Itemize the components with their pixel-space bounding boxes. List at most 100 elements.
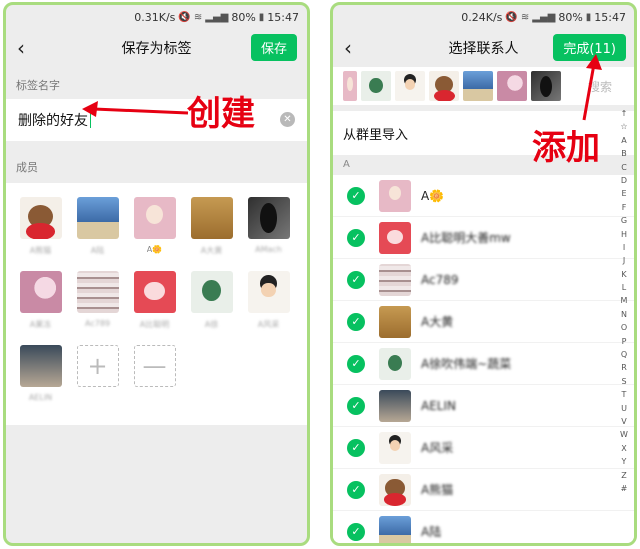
member-item[interactable]: AMach: [240, 197, 297, 269]
check-circle-icon[interactable]: ✓: [347, 312, 365, 331]
member-item[interactable]: A风采: [240, 271, 297, 343]
check-circle-icon[interactable]: ✓: [347, 354, 365, 373]
chevron-left-icon[interactable]: ‹: [333, 29, 363, 67]
index-letter[interactable]: N: [621, 308, 627, 321]
index-letter[interactable]: F: [622, 201, 627, 214]
index-letter[interactable]: U: [621, 402, 627, 415]
avatar: [379, 347, 411, 380]
index-letter[interactable]: Q: [621, 348, 627, 361]
member-name: A陆: [90, 246, 105, 255]
contact-row[interactable]: ✓ AELIN: [333, 385, 634, 427]
index-letter[interactable]: Y: [622, 455, 627, 468]
remove-member-button[interactable]: —: [126, 345, 183, 417]
index-letter[interactable]: H: [621, 228, 627, 241]
index-letter[interactable]: V: [621, 415, 626, 428]
index-letter[interactable]: O: [621, 321, 627, 334]
index-letter[interactable]: G: [621, 214, 627, 227]
selected-avatar[interactable]: [497, 71, 527, 101]
member-name: A徐: [204, 320, 219, 329]
signal-icon: ▂▄▆: [205, 11, 229, 23]
index-letter[interactable]: P: [622, 335, 627, 348]
member-item[interactable]: A陆: [69, 197, 126, 269]
index-letter[interactable]: L: [622, 281, 626, 294]
index-letter[interactable]: ↑: [621, 107, 628, 120]
avatar: [190, 271, 233, 313]
chevron-left-icon[interactable]: ‹: [6, 29, 36, 67]
add-member-button[interactable]: +: [69, 345, 126, 417]
member-item[interactable]: A大黄: [183, 197, 240, 269]
battery-icon: ▮: [585, 11, 592, 23]
selected-avatar[interactable]: [395, 71, 425, 101]
contact-row[interactable]: ✓ A徐吹伟端~蔬菜: [333, 343, 634, 385]
member-name: A比聪明: [139, 320, 170, 329]
avatar: [379, 473, 411, 506]
member-item[interactable]: A徐: [183, 271, 240, 343]
index-letter[interactable]: J: [623, 254, 625, 267]
check-circle-icon[interactable]: ✓: [347, 396, 365, 415]
member-item[interactable]: Ac789: [69, 271, 126, 343]
index-letter[interactable]: X: [621, 442, 626, 455]
index-letter[interactable]: #: [621, 482, 628, 495]
avatar: [19, 345, 62, 387]
index-letter[interactable]: D: [621, 174, 627, 187]
check-circle-icon[interactable]: ✓: [347, 270, 365, 289]
index-letter[interactable]: B: [621, 147, 627, 160]
member-item[interactable]: A果冻: [12, 271, 69, 343]
index-letter[interactable]: W: [620, 428, 628, 441]
index-letter[interactable]: T: [622, 388, 627, 401]
index-letter[interactable]: M: [621, 294, 628, 307]
avatar: [76, 271, 119, 313]
contact-row[interactable]: ✓ A风采: [333, 427, 634, 469]
index-letter[interactable]: Z: [621, 469, 626, 482]
clock: 15:47: [594, 10, 626, 24]
member-item[interactable]: A比聪明: [126, 271, 183, 343]
avatar: [133, 197, 176, 239]
clear-circle-icon[interactable]: ✕: [280, 112, 295, 127]
index-letter[interactable]: A: [621, 134, 626, 147]
members-label: 成员: [16, 161, 38, 174]
index-letter[interactable]: C: [621, 161, 627, 174]
avatar: [190, 197, 233, 239]
avatar: [133, 271, 176, 313]
selected-avatar[interactable]: [343, 71, 357, 101]
avatar: [19, 271, 62, 313]
contact-row[interactable]: ✓ Ac789: [333, 259, 634, 301]
avatar: [247, 271, 290, 313]
signal-icon: ▂▄▆: [532, 11, 556, 23]
index-letter[interactable]: E: [621, 187, 626, 200]
member-item[interactable]: A熊猫: [12, 197, 69, 269]
battery-level: 80%: [558, 10, 583, 24]
check-circle-icon[interactable]: ✓: [347, 228, 365, 247]
index-letter[interactable]: S: [621, 375, 626, 388]
index-letter[interactable]: ☆: [620, 120, 627, 133]
check-circle-icon[interactable]: ✓: [347, 438, 365, 457]
check-circle-icon[interactable]: ✓: [347, 480, 365, 499]
contact-row[interactable]: ✓ A陆: [333, 511, 634, 543]
arrow-annotation-add: [582, 54, 602, 121]
member-item[interactable]: A🌼: [126, 197, 183, 269]
mute-icon: 🔇: [178, 11, 191, 23]
contact-row[interactable]: ✓ A大黄: [333, 301, 634, 343]
selected-avatar[interactable]: [531, 71, 561, 101]
avatar: [379, 305, 411, 338]
contact-row[interactable]: ✓ A🌼: [333, 175, 634, 217]
avatar: [379, 431, 411, 464]
contact-row[interactable]: ✓ A比聪明大善mw: [333, 217, 634, 259]
contact-row[interactable]: ✓ A熊猫: [333, 469, 634, 511]
contact-name: A徐吹伟端~蔬菜: [421, 357, 512, 371]
member-item[interactable]: AELIN: [12, 345, 69, 417]
index-letter[interactable]: I: [623, 241, 625, 254]
check-circle-icon[interactable]: ✓: [347, 522, 365, 541]
selected-avatar[interactable]: [463, 71, 493, 101]
check-circle-icon[interactable]: ✓: [347, 186, 365, 205]
index-letter[interactable]: R: [621, 361, 627, 374]
tag-name-value: 删除的好友: [18, 113, 88, 129]
status-bar: 0.24K/s 🔇 ≋ ▂▄▆ 80% ▮ 15:47: [333, 5, 634, 29]
member-name: A大黄: [200, 246, 223, 255]
selected-avatar[interactable]: [361, 71, 391, 101]
alphabet-index[interactable]: ↑ ☆ A B C D E F G H I J K L M N O P Q R S T U V W X Y Z #: [617, 107, 631, 495]
save-button[interactable]: 保存: [250, 34, 297, 61]
index-letter[interactable]: K: [621, 268, 626, 281]
selected-avatar[interactable]: [429, 71, 459, 101]
remove-member-icon: —: [133, 345, 176, 387]
